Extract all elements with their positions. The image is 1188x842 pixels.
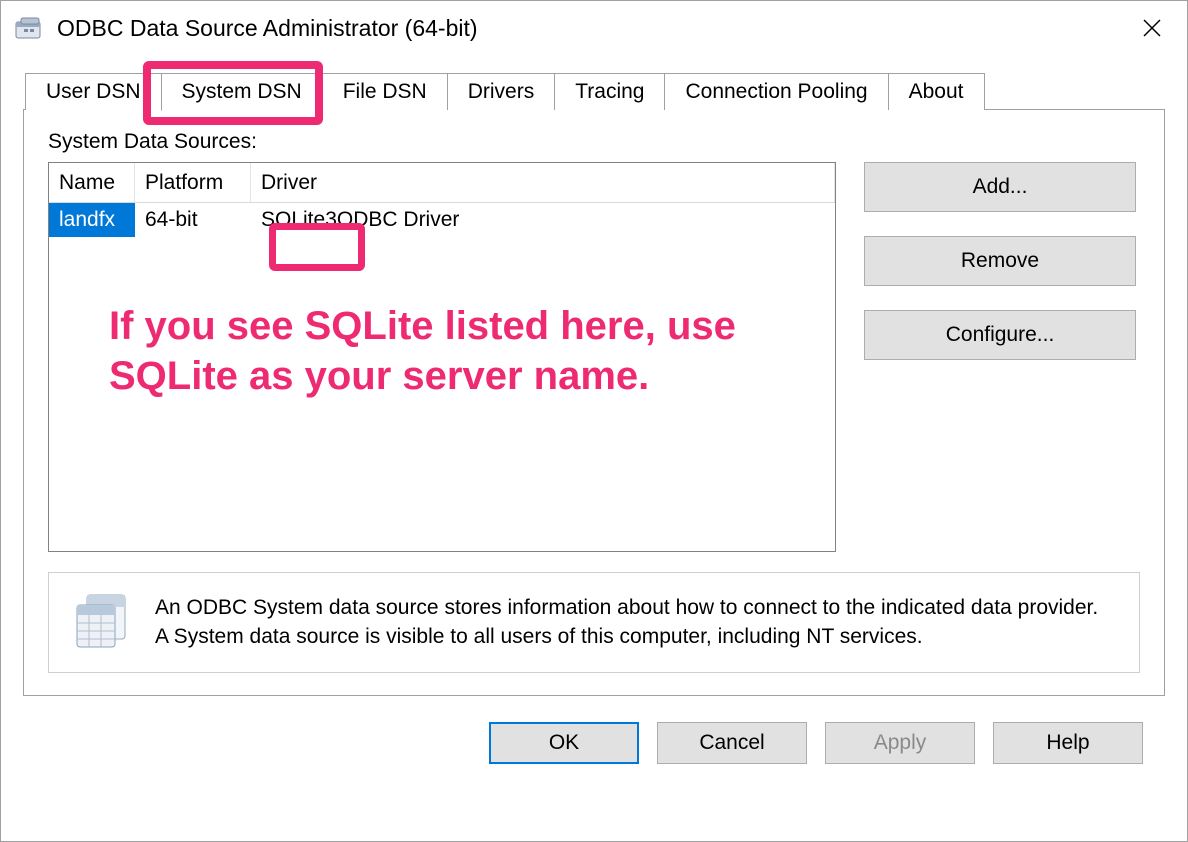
tab-about[interactable]: About <box>888 73 985 110</box>
tab-system-dsn[interactable]: System DSN <box>161 73 323 111</box>
column-header-driver[interactable]: Driver <box>251 163 835 202</box>
tab-drivers[interactable]: Drivers <box>447 73 556 110</box>
apply-button: Apply <box>825 722 975 764</box>
help-button[interactable]: Help <box>993 722 1143 764</box>
add-button[interactable]: Add... <box>864 162 1136 212</box>
info-line-2: A System data source is visible to all u… <box>155 625 923 648</box>
close-icon[interactable] <box>1127 8 1177 48</box>
driver-rest-part: ODBC Driver <box>337 208 460 232</box>
cell-platform: 64-bit <box>135 203 251 237</box>
remove-button[interactable]: Remove <box>864 236 1136 286</box>
info-text: An ODBC System data source stores inform… <box>155 593 1098 652</box>
tab-panel-system-dsn: System Data Sources: Name Platform Drive… <box>23 109 1165 696</box>
tab-connection-pooling[interactable]: Connection Pooling <box>664 73 888 110</box>
column-header-name[interactable]: Name <box>49 163 135 202</box>
data-source-list[interactable]: Name Platform Driver landfx 64-bit SQLit… <box>48 162 836 552</box>
section-label: System Data Sources: <box>48 130 1140 154</box>
titlebar: ODBC Data Source Administrator (64-bit) <box>1 1 1187 55</box>
list-header: Name Platform Driver <box>49 163 835 203</box>
app-icon <box>15 16 45 40</box>
table-row[interactable]: landfx 64-bit SQLite3 ODBC Driver <box>49 203 835 237</box>
info-line-1: An ODBC System data source stores inform… <box>155 596 1098 619</box>
configure-button[interactable]: Configure... <box>864 310 1136 360</box>
column-header-platform[interactable]: Platform <box>135 163 251 202</box>
cell-name: landfx <box>49 203 135 237</box>
footer-buttons: OK Cancel Apply Help <box>23 696 1165 764</box>
window-title: ODBC Data Source Administrator (64-bit) <box>57 15 1127 42</box>
tab-tracing[interactable]: Tracing <box>554 73 665 110</box>
tab-file-dsn[interactable]: File DSN <box>322 73 448 110</box>
database-icon <box>71 593 131 649</box>
driver-sqlite-part: SQLite3 <box>261 208 337 232</box>
info-box: An ODBC System data source stores inform… <box>48 572 1140 673</box>
cancel-button[interactable]: Cancel <box>657 722 807 764</box>
tab-user-dsn[interactable]: User DSN <box>25 73 162 110</box>
tab-strip: User DSN System DSN File DSN Drivers Tra… <box>25 73 1165 110</box>
ok-button[interactable]: OK <box>489 722 639 764</box>
cell-driver: SQLite3 ODBC Driver <box>251 203 835 237</box>
